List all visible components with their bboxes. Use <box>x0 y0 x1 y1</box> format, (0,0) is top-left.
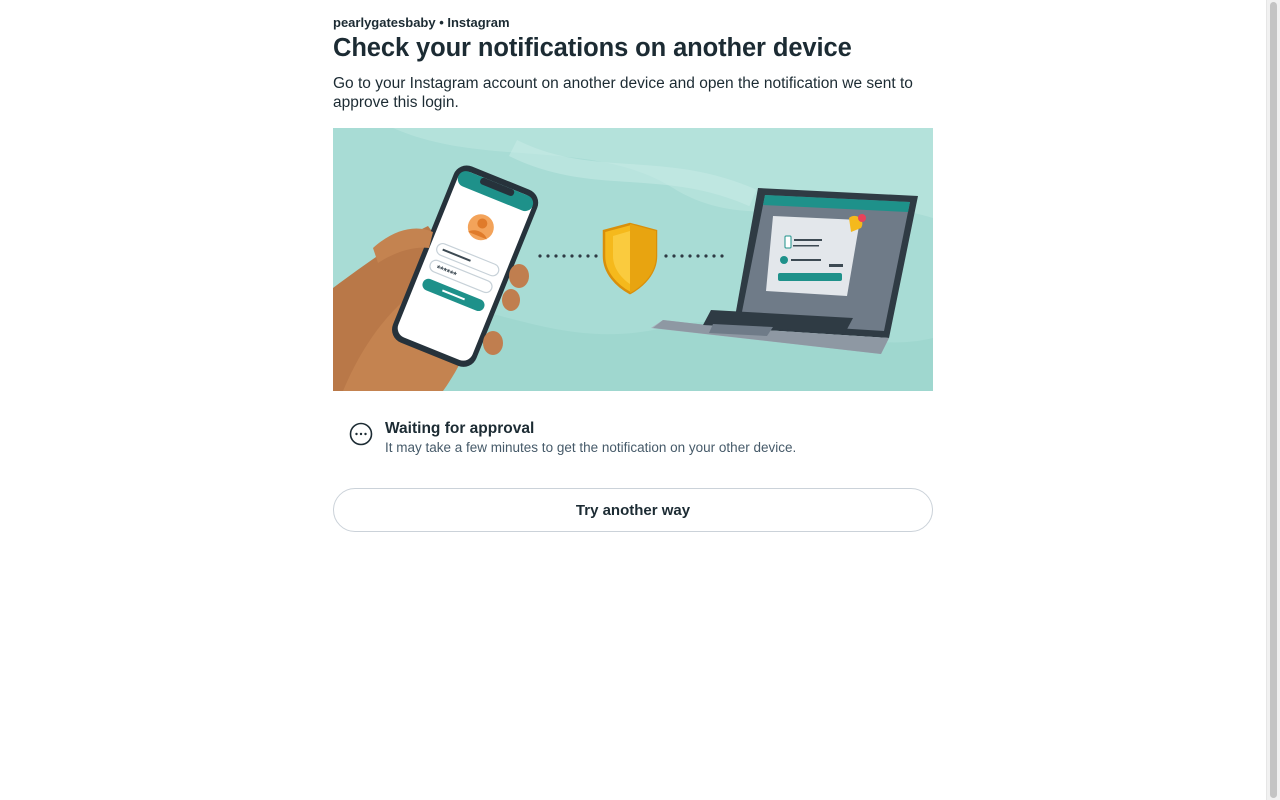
page-title: Check your notifications on another devi… <box>333 34 852 62</box>
login-approval-illustration: ****** <box>333 128 933 391</box>
try-another-way-button[interactable]: Try another way <box>333 488 933 532</box>
more-horizontal-circle-icon <box>349 422 373 446</box>
page-scrollbar[interactable] <box>1266 0 1280 800</box>
scrollbar-thumb[interactable] <box>1270 2 1277 798</box>
account-line: pearlygatesbaby • Instagram <box>333 15 510 30</box>
status-title: Waiting for approval <box>385 420 535 437</box>
page-description: Go to your Instagram account on another … <box>333 75 913 111</box>
approval-status: Waiting for approval It may take a few m… <box>349 420 933 460</box>
status-subtitle: It may take a few minutes to get the not… <box>385 440 797 455</box>
